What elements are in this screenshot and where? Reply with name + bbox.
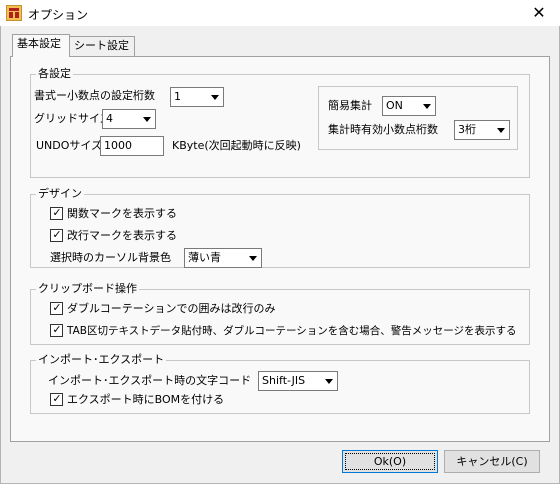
general-legend: 各設定 <box>36 67 73 80</box>
undo-size-label: UNDOサイズ <box>36 139 103 152</box>
cancel-button[interactable]: キャンセル(C) <box>444 450 540 473</box>
chevron-down-icon <box>321 372 337 390</box>
undo-size-input[interactable]: 1000 <box>100 136 164 156</box>
close-button[interactable]: ✕ <box>524 3 554 23</box>
charset-label: インポート･エクスポート時の文字コード <box>48 374 252 387</box>
check-icon: ✓ <box>52 323 62 336</box>
undo-size-unit: KByte(次回起動時に反映) <box>172 139 301 152</box>
decimal-places-label: 書式ー小数点の設定桁数 <box>34 89 155 102</box>
simple-summary-value: ON <box>386 99 403 112</box>
design-legend: デザイン <box>36 187 84 200</box>
grid-size-label: グリッドサイズ <box>34 112 111 125</box>
window-title: オプション <box>28 8 89 22</box>
charset-value: Shift-JIS <box>262 374 306 387</box>
decimal-places-value: 1 <box>174 90 181 103</box>
chevron-down-icon <box>207 88 223 106</box>
tab-sheet-settings[interactable]: シート設定 <box>69 36 135 56</box>
chevron-down-icon <box>419 97 435 115</box>
newline-mark-checkbox[interactable]: ✓ <box>50 228 63 242</box>
ok-button[interactable]: Ok(O) <box>342 450 438 473</box>
significant-digits-select[interactable]: 3桁 <box>454 120 510 140</box>
check-icon: ✓ <box>52 206 62 219</box>
significant-digits-value: 3桁 <box>458 123 476 136</box>
function-mark-label: 関数マークを表示する <box>67 207 177 220</box>
paste-warning-label: TAB区切テキストデータ貼付時、ダブルコーテーションを含む場合、警告メッセージを… <box>67 325 517 337</box>
grid-size-select[interactable]: 4 <box>102 109 156 129</box>
check-icon: ✓ <box>52 301 62 314</box>
chevron-down-icon <box>139 110 155 128</box>
simple-summary-label: 簡易集計 <box>328 99 372 112</box>
paste-warning-checkbox[interactable]: ✓ <box>50 323 63 337</box>
check-icon: ✓ <box>52 392 62 405</box>
quote-newline-label: ダブルコーテーションでの囲みは改行のみ <box>67 302 276 315</box>
simple-summary-select[interactable]: ON <box>382 96 436 116</box>
cursor-bg-select[interactable]: 薄い青 <box>184 248 262 268</box>
newline-mark-label: 改行マークを表示する <box>67 229 177 242</box>
charset-select[interactable]: Shift-JIS <box>258 371 338 391</box>
significant-digits-label: 集計時有効小数点桁数 <box>328 123 438 136</box>
function-mark-checkbox[interactable]: ✓ <box>50 206 63 220</box>
tab-basic-settings[interactable]: 基本設定 <box>12 34 70 57</box>
decimal-places-select[interactable]: 1 <box>170 87 224 107</box>
grid-size-value: 4 <box>106 112 113 125</box>
check-icon: ✓ <box>52 228 62 241</box>
cursor-bg-value: 薄い青 <box>188 251 221 264</box>
clipboard-legend: クリップボード操作 <box>36 282 139 295</box>
quote-newline-checkbox[interactable]: ✓ <box>50 301 63 315</box>
chevron-down-icon <box>493 121 509 139</box>
cursor-bg-label: 選択時のカーソル背景色 <box>50 251 171 264</box>
bom-label: エクスポート時にBOMを付ける <box>67 393 225 406</box>
bom-checkbox[interactable]: ✓ <box>50 392 63 406</box>
focus-rect <box>345 453 435 470</box>
chevron-down-icon <box>245 249 261 267</box>
import-export-legend: インポート･エクスポート <box>36 353 167 366</box>
app-icon <box>6 5 22 21</box>
